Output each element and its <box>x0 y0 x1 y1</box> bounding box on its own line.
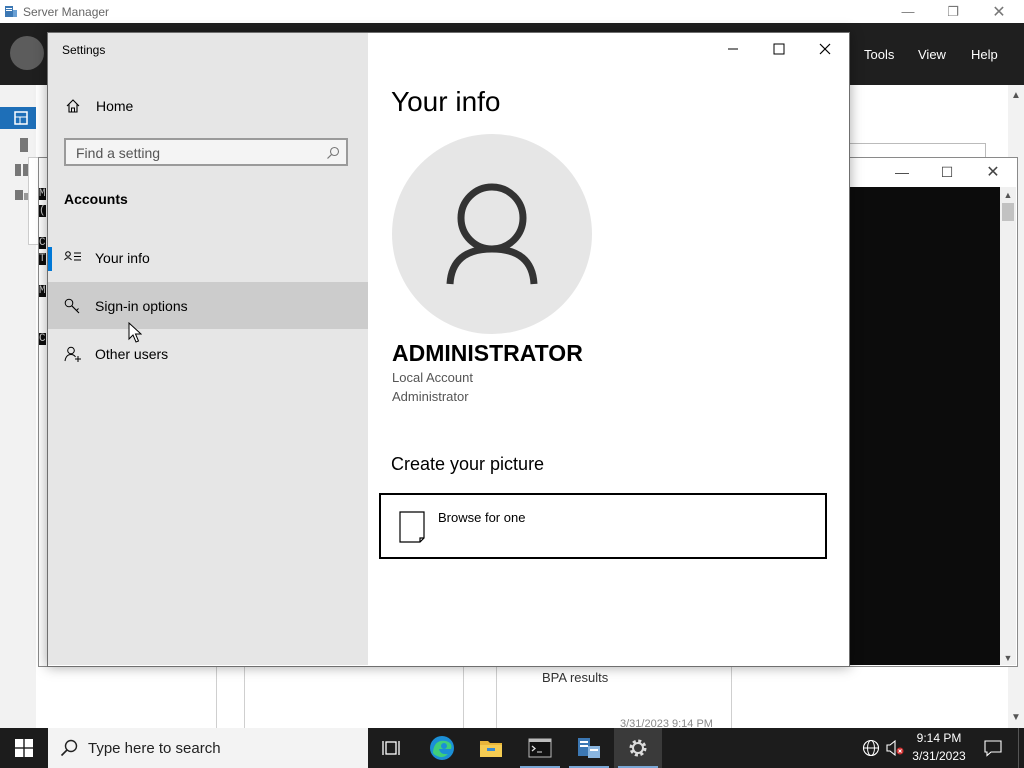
user-silhouette-icon <box>446 183 538 285</box>
nav-item-label: Sign-in options <box>95 298 188 314</box>
settings-home-link[interactable]: Home <box>96 98 133 114</box>
scroll-up-icon[interactable]: ▲ <box>1000 190 1016 200</box>
nav-item-your-info[interactable]: Your info <box>48 234 368 281</box>
console-scrollbar[interactable] <box>1000 187 1016 665</box>
network-tray-button[interactable] <box>858 728 884 768</box>
home-icon <box>66 99 80 113</box>
windows-logo-icon <box>15 739 33 757</box>
settings-taskbar-button[interactable] <box>614 728 662 768</box>
clock-date[interactable]: 3/31/2023 <box>904 749 974 763</box>
minimize-icon: — <box>901 4 915 19</box>
maximize-icon <box>773 43 785 55</box>
server-manager-restore-button[interactable]: ❐ <box>930 0 976 23</box>
notification-icon <box>984 740 1002 757</box>
scroll-up-icon[interactable]: ▲ <box>1008 90 1024 101</box>
search-icon <box>327 146 340 159</box>
minimize-icon <box>728 48 738 50</box>
notification-center-button[interactable] <box>978 728 1008 768</box>
dashboard-tile-edge <box>216 665 247 728</box>
server-manager-title: Server Manager <box>23 5 110 19</box>
settings-gear-icon <box>629 739 647 757</box>
globe-icon <box>862 739 880 757</box>
volume-muted-icon <box>886 739 904 757</box>
scroll-down-icon[interactable]: ▼ <box>1000 653 1016 663</box>
menu-help[interactable]: Help <box>971 47 998 62</box>
console-text-fragment: T <box>39 253 46 265</box>
dashboard-tile <box>244 665 464 728</box>
settings-minimize-button[interactable] <box>710 33 756 65</box>
server-manager-taskbar-button[interactable] <box>565 728 613 768</box>
console-text-fragment: C <box>39 237 46 249</box>
nav-item-label: Other users <box>95 346 169 362</box>
server-manager-app-icon <box>5 6 17 17</box>
bpa-results-link[interactable]: BPA results <box>542 670 608 685</box>
account-role: Administrator <box>392 389 469 404</box>
key-icon <box>64 298 80 314</box>
minimize-icon: — <box>895 164 909 180</box>
taskbar-search-input[interactable] <box>88 740 348 757</box>
create-picture-heading: Create your picture <box>391 454 545 474</box>
console-text-fragment: M <box>39 285 46 297</box>
selection-indicator <box>48 247 52 271</box>
bpa-timestamp: 3/31/2023 9:14 PM <box>620 718 713 728</box>
add-person-icon <box>64 346 81 362</box>
edge-taskbar-button[interactable] <box>418 728 466 768</box>
start-button[interactable] <box>0 728 48 768</box>
dashboard-icon <box>14 111 28 125</box>
close-icon: ✕ <box>992 3 1006 21</box>
console-scroll-thumb[interactable] <box>1002 203 1014 221</box>
volume-tray-button[interactable] <box>884 728 906 768</box>
mouse-cursor-icon <box>128 322 142 343</box>
task-view-icon <box>382 741 400 755</box>
local-server-icon <box>20 138 28 152</box>
settings-section-title: Accounts <box>64 191 128 207</box>
console-text-fragment: ( <box>39 205 46 217</box>
server-manager-close-button[interactable]: ✕ <box>976 0 1022 23</box>
edge-icon <box>430 736 454 760</box>
search-icon <box>60 739 78 757</box>
server-manager-minimize-button[interactable]: — <box>885 0 931 23</box>
file-explorer-icon <box>480 741 502 757</box>
server-manager-titlebar <box>0 0 1024 23</box>
maximize-icon: ☐ <box>940 163 954 180</box>
back-button[interactable] <box>10 36 44 70</box>
menu-tools[interactable]: Tools <box>864 47 894 62</box>
console-maximize-button[interactable]: ☐ <box>924 157 970 187</box>
server-manager-icon <box>578 738 600 758</box>
document-icon <box>399 511 425 543</box>
page-title: Your info <box>391 86 501 117</box>
nav-item-label: Your info <box>95 250 150 266</box>
settings-close-button[interactable] <box>802 33 848 65</box>
settings-search-input[interactable] <box>76 144 316 162</box>
avatar <box>392 134 592 334</box>
clock-time[interactable]: 9:14 PM <box>904 731 974 745</box>
settings-window-title: Settings <box>62 43 106 57</box>
console-text-fragment: C <box>39 333 46 345</box>
file-explorer-taskbar-button[interactable] <box>467 728 515 768</box>
task-view-button[interactable] <box>368 728 416 768</box>
scroll-down-icon[interactable]: ▼ <box>1008 712 1024 723</box>
settings-maximize-button[interactable] <box>756 33 802 65</box>
show-desktop-button[interactable] <box>1018 728 1024 768</box>
contact-card-icon <box>64 251 81 261</box>
console-minimize-button[interactable]: — <box>879 157 925 187</box>
browse-for-one-button[interactable]: Browse for one <box>379 493 827 559</box>
restore-icon: ❐ <box>947 3 959 19</box>
console-text-fragment: M <box>39 188 46 200</box>
server-manager-panel-box <box>848 143 986 158</box>
account-type: Local Account <box>392 370 473 385</box>
close-icon <box>819 43 831 55</box>
terminal-icon <box>528 738 552 758</box>
taskbar-search-box[interactable] <box>48 728 368 768</box>
menu-view[interactable]: View <box>918 47 946 62</box>
console-output[interactable] <box>848 187 1000 665</box>
nav-item-sign-in-options[interactable]: Sign-in options <box>48 282 368 329</box>
browse-for-one-label: Browse for one <box>438 510 526 525</box>
nav-item-other-users[interactable]: Other users <box>48 330 368 377</box>
console-close-button[interactable]: ✕ <box>970 157 1016 187</box>
terminal-taskbar-button[interactable] <box>516 728 564 768</box>
user-name: ADMINISTRATOR <box>392 340 583 366</box>
settings-search-box[interactable] <box>64 138 348 166</box>
close-icon: ✕ <box>986 164 1000 181</box>
